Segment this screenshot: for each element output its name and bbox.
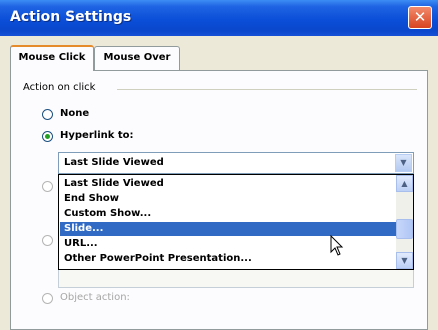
hidden-field <box>58 268 414 288</box>
close-button[interactable]: ✕ <box>408 6 432 29</box>
dropdown-scrollbar[interactable]: ▲ ▼ <box>396 175 413 269</box>
mouse-cursor-icon <box>330 235 344 256</box>
tab-mouse-over[interactable]: Mouse Over <box>94 46 180 70</box>
radio-button-icon[interactable] <box>42 235 53 246</box>
group-divider <box>117 89 417 90</box>
list-item[interactable]: Last Slide Viewed <box>60 177 396 191</box>
hyperlink-dropdown-list[interactable]: Last Slide Viewed End Show Custom Show..… <box>58 174 414 270</box>
radio-button-checked-icon[interactable] <box>42 131 53 142</box>
tab-mouse-click[interactable]: Mouse Click <box>10 45 94 71</box>
list-item[interactable]: Other PowerPoint Presentation... <box>60 252 396 266</box>
radio-none-label: None <box>60 108 90 119</box>
chevron-down-icon[interactable]: ▼ <box>395 154 412 172</box>
list-item[interactable]: URL... <box>60 237 396 251</box>
radio-button-icon[interactable] <box>42 181 53 192</box>
combo-value: Last Slide Viewed <box>64 157 164 168</box>
list-item-selected[interactable]: Slide... <box>60 222 396 236</box>
group-label: Action on click <box>23 82 96 93</box>
list-item[interactable]: Custom Show... <box>60 207 396 221</box>
title-bar[interactable]: Action Settings ✕ <box>0 0 438 36</box>
scroll-thumb[interactable] <box>396 219 413 239</box>
close-icon: ✕ <box>413 8 427 26</box>
list-item[interactable]: End Show <box>60 192 396 206</box>
radio-hyperlink-label: Hyperlink to: <box>60 130 134 141</box>
radio-button-icon[interactable] <box>42 293 53 304</box>
window-title: Action Settings <box>10 9 132 25</box>
radio-button-icon[interactable] <box>42 109 53 120</box>
hyperlink-combo[interactable]: Last Slide Viewed ▼ <box>58 152 414 174</box>
scroll-up-icon[interactable]: ▲ <box>396 175 413 192</box>
scroll-down-icon[interactable]: ▼ <box>396 252 413 269</box>
radio-object-action-label: Object action: <box>60 292 130 303</box>
